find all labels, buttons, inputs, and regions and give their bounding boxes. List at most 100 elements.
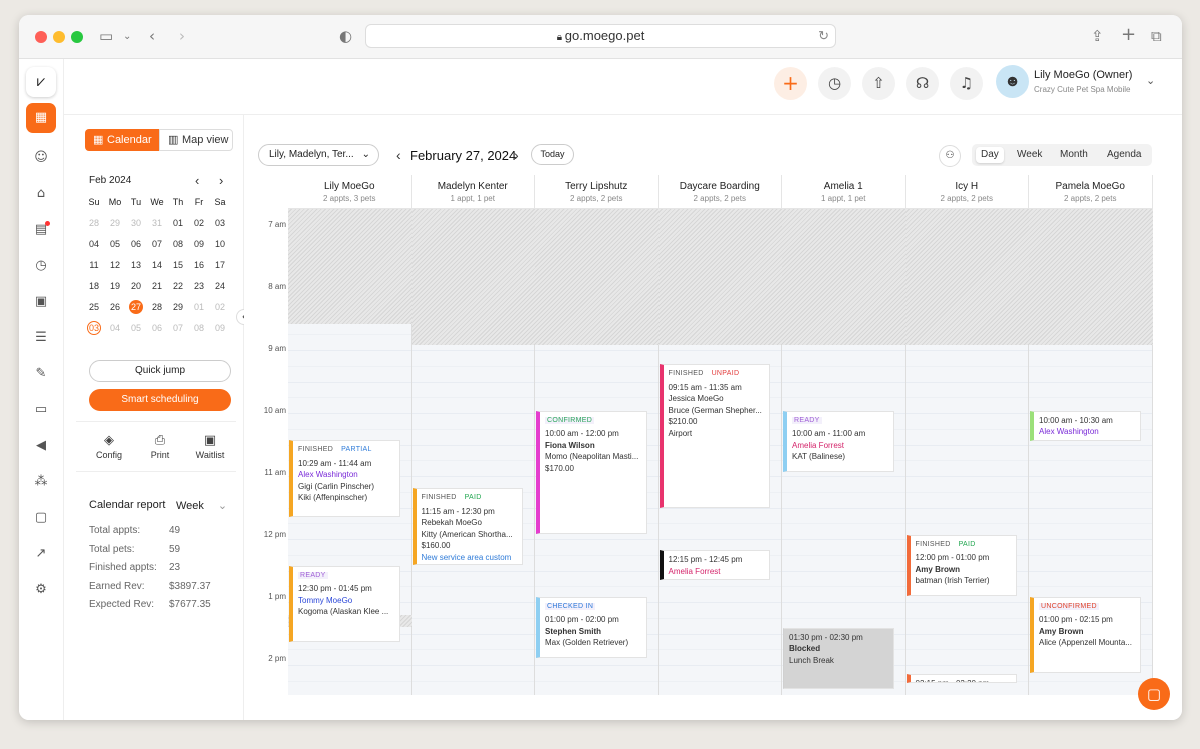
avatar[interactable]: ☻ [996, 65, 1029, 98]
mini-calendar-day[interactable]: 01 [189, 300, 209, 314]
mini-calendar-day[interactable]: 22 [168, 279, 188, 293]
mini-calendar-day[interactable]: 26 [105, 300, 125, 314]
zoom-window-button[interactable] [71, 31, 83, 43]
mini-calendar-day[interactable]: 03 [87, 321, 101, 335]
waitlist-button[interactable]: ▣ Waitlist [190, 433, 230, 460]
mini-calendar-day[interactable]: 08 [168, 237, 188, 251]
staff-settings-icon[interactable]: ⚇ [939, 145, 961, 167]
mini-calendar-day[interactable]: 10 [210, 237, 230, 251]
mini-calendar-day[interactable]: 29 [105, 216, 125, 230]
staff-column-header[interactable]: Amelia 1 1 appt, 1 pet [782, 175, 906, 209]
mini-calendar-day[interactable]: 01 [168, 216, 188, 230]
clients-nav-icon[interactable]: ☺ [31, 148, 51, 168]
mini-calendar-day[interactable]: 28 [84, 216, 104, 230]
mini-calendar-day[interactable]: 07 [147, 237, 167, 251]
view-agenda[interactable]: Agenda [1102, 147, 1146, 163]
mini-calendar-day[interactable]: 17 [210, 258, 230, 272]
prev-day-icon[interactable]: ‹ [396, 147, 401, 163]
mini-calendar-day[interactable]: 09 [210, 321, 230, 335]
mini-calendar-day[interactable]: 31 [147, 216, 167, 230]
mini-calendar-day[interactable]: 09 [189, 237, 209, 251]
tasks-nav-icon[interactable]: ☰ [31, 328, 51, 348]
view-week[interactable]: Week [1012, 147, 1047, 163]
mini-calendar-day[interactable]: 19 [105, 279, 125, 293]
appointment-card[interactable]: FINISHED PARTIAL 10:29 am - 11:44 am Alex W… [289, 440, 400, 517]
mini-calendar-day[interactable]: 25 [84, 300, 104, 314]
view-month[interactable]: Month [1055, 147, 1093, 163]
mini-calendar-day[interactable]: 11 [84, 258, 104, 272]
mini-calendar-day[interactable]: 27 [129, 300, 143, 314]
mini-calendar-day[interactable]: 15 [168, 258, 188, 272]
mini-calendar-day[interactable]: 06 [147, 321, 167, 335]
mini-calendar-day[interactable]: 24 [210, 279, 230, 293]
network-nav-icon[interactable]: ⁂ [31, 472, 51, 492]
staff-filter-select[interactable]: Lily, Madelyn, Ter... ⌄ [258, 144, 379, 166]
shield-icon[interactable]: ◐ [339, 27, 352, 45]
mini-calendar-day[interactable]: 03 [210, 216, 230, 230]
back-icon[interactable]: ‹ [149, 27, 155, 45]
calendar-nav-icon[interactable]: ▦ [26, 103, 56, 133]
appointment-card[interactable]: 10:00 am - 10:30 am Alex Washington ka (Af… [1030, 410, 1141, 441]
staff-column-header[interactable]: Pamela MoeGo 2 appts, 2 pets [1029, 175, 1153, 209]
messages-nav-icon[interactable]: ▤ [31, 220, 51, 240]
config-button[interactable]: ◈ Config [89, 433, 129, 460]
view-day[interactable]: Day [976, 147, 1004, 163]
appointment-card[interactable]: 02:15 pm - 02:20 pm [906, 674, 1017, 683]
retail-nav-icon[interactable]: ⌂ [31, 184, 51, 204]
appointment-card[interactable]: 12:15 pm - 12:45 pm Amelia ForrestHolly (… [659, 550, 770, 580]
payments-nav-icon[interactable]: ▭ [31, 400, 51, 420]
mini-calendar-day[interactable]: 21 [147, 279, 167, 293]
address-bar[interactable]: 🔒︎ go.moego.pet ↻ [365, 24, 836, 48]
appointment-card[interactable]: 01:30 pm - 02:30 pm Blocked Lunch Break [783, 627, 894, 689]
chevron-down-icon[interactable]: ⌄ [123, 31, 131, 42]
report-period-select[interactable]: Week ⌄ [176, 499, 227, 512]
mini-calendar-day[interactable]: 18 [84, 279, 104, 293]
mini-calendar-day[interactable]: 14 [147, 258, 167, 272]
reload-icon[interactable]: ↻ [818, 25, 829, 47]
mini-calendar-day[interactable]: 20 [126, 279, 146, 293]
share-icon[interactable]: ⇪ [1091, 27, 1104, 45]
reports-nav-icon[interactable]: ↗ [31, 544, 51, 564]
support-icon[interactable]: ☊ [906, 67, 939, 100]
appointment-card[interactable]: UNCONFIRMED 01:00 pm - 02:15 pm Amy Brown A… [1030, 596, 1141, 673]
chevron-down-icon[interactable]: ⌄ [1146, 74, 1155, 87]
moego-logo-icon[interactable]: ⩗ [26, 67, 56, 97]
appointment-card[interactable]: FINISHED UNPAID 09:15 am - 11:35 am Jessica… [659, 364, 770, 508]
staff-column-header[interactable]: Terry Lipshutz 2 appts, 2 pets [535, 175, 659, 209]
smart-scheduling-button[interactable]: Smart scheduling [89, 389, 231, 411]
print-button[interactable]: ⎙ Print [140, 433, 180, 460]
mini-calendar-day[interactable]: 06 [126, 237, 146, 251]
mini-calendar-day[interactable]: 04 [105, 321, 125, 335]
appointment-card[interactable]: FINISHED PAID 12:00 pm - 01:00 pm Amy Brown… [906, 534, 1017, 596]
edit-nav-icon[interactable]: ✎ [31, 364, 51, 384]
mini-calendar-day[interactable]: 23 [189, 279, 209, 293]
bell-icon[interactable]: ♫ [950, 67, 983, 100]
mini-calendar-day[interactable]: 02 [189, 216, 209, 230]
mini-calendar-day[interactable]: 04 [84, 237, 104, 251]
settings-nav-icon[interactable]: ⚙ [31, 580, 51, 600]
appointment-card[interactable]: READY 12:30 pm - 01:45 pm Tommy MoeGo Kogom… [289, 565, 400, 642]
appointment-card[interactable]: FINISHED PAID 11:15 am - 12:30 pm Rebekah M… [412, 488, 523, 565]
mini-calendar-day[interactable]: 29 [168, 300, 188, 314]
mini-calendar-day[interactable]: 02 [210, 300, 230, 314]
user-info[interactable]: Lily MoeGo (Owner) Crazy Cute Pet Spa Mo… [1034, 69, 1132, 94]
invoices-nav-icon[interactable]: ▣ [31, 292, 51, 312]
staff-column-header[interactable]: Madelyn Kenter 1 appt, 1 pet [411, 175, 535, 209]
map-view-button[interactable]: ▥ Map view [159, 129, 233, 151]
staff-column-header[interactable]: Lily MoeGo 2 appts, 3 pets [288, 175, 412, 209]
staff-column-header[interactable]: Icy H 2 appts, 2 pets [905, 175, 1029, 209]
appointment-card[interactable]: READY 10:00 am - 11:00 am Amelia Forrest KA… [783, 410, 894, 472]
mini-calendar-day[interactable]: 08 [189, 321, 209, 335]
minimize-window-button[interactable] [53, 31, 65, 43]
today-button[interactable]: Today [531, 144, 574, 165]
upload-icon[interactable]: ⇧ [862, 67, 895, 100]
marketing-nav-icon[interactable]: ◀ [31, 436, 51, 456]
current-date[interactable]: February 27, 2024 [410, 148, 516, 163]
quick-jump-button[interactable]: Quick jump [89, 360, 231, 382]
tabs-overview-icon[interactable]: ⧉ [1151, 27, 1162, 45]
forward-icon[interactable]: › [179, 27, 185, 45]
mini-calendar-day[interactable]: 07 [168, 321, 188, 335]
clock-icon[interactable]: ◷ [818, 67, 851, 100]
alarm-nav-icon[interactable]: ◷ [31, 256, 51, 276]
mini-calendar-day[interactable]: 28 [147, 300, 167, 314]
